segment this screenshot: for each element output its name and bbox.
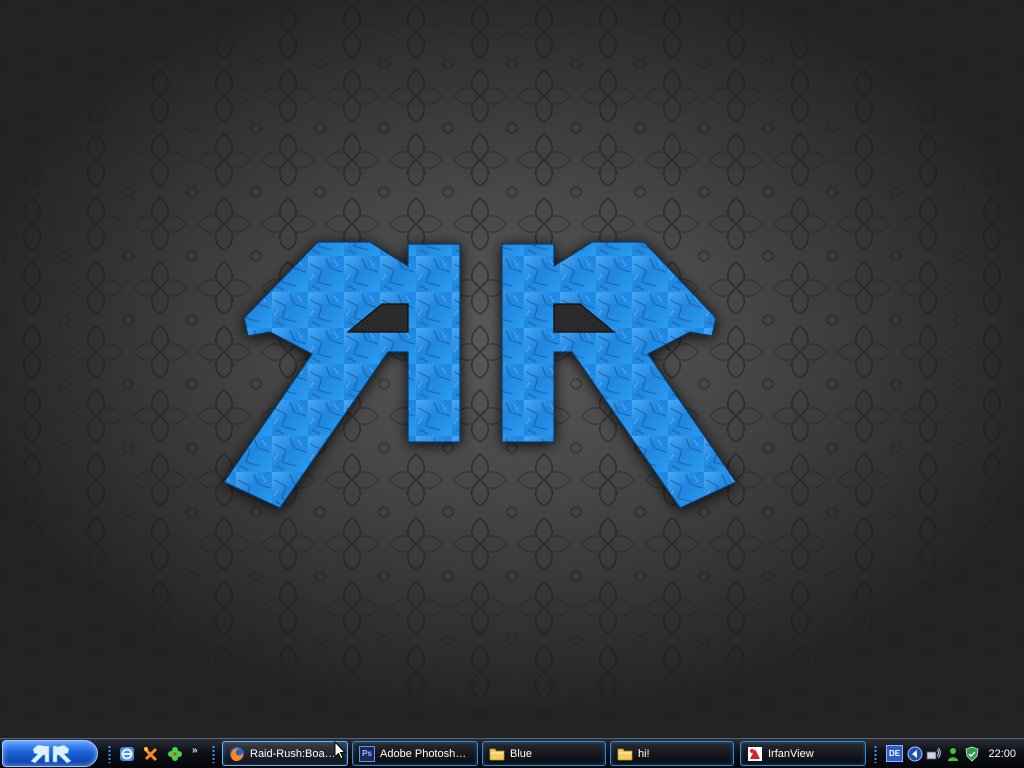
- task-button-hi[interactable]: hi!: [610, 741, 734, 766]
- media-back-icon[interactable]: [907, 746, 923, 762]
- system-tray: DE 22:00: [880, 741, 1022, 766]
- language-indicator[interactable]: DE: [886, 745, 903, 762]
- taskbar-grip[interactable]: [212, 745, 215, 763]
- messenger-icon[interactable]: [945, 746, 961, 762]
- task-label: hi!: [638, 747, 650, 760]
- photoshop-icon: Ps: [359, 745, 375, 762]
- desktop[interactable]: [0, 0, 1024, 738]
- irfanview-icon: [747, 746, 763, 762]
- rr-wallpaper-logo: [223, 241, 737, 509]
- task-label: Blue: [510, 747, 533, 760]
- firefox-icon: [229, 746, 245, 762]
- task-label: Adobe Photosh…: [380, 747, 467, 760]
- task-button-photoshop[interactable]: Ps Adobe Photosh…: [352, 741, 478, 766]
- task-label: IrfanView: [768, 747, 814, 760]
- rr-start-logo-icon: [30, 744, 72, 764]
- taskbar-grip[interactable]: [108, 745, 111, 763]
- folder-icon: [489, 746, 505, 762]
- taskbar-grip[interactable]: [874, 745, 877, 763]
- shield-icon[interactable]: [964, 746, 980, 762]
- task-button-irfanview[interactable]: IrfanView: [740, 741, 866, 766]
- mouse-cursor-icon: [334, 741, 346, 760]
- ie-icon[interactable]: [118, 745, 136, 763]
- tool-icon[interactable]: [142, 745, 160, 763]
- start-button[interactable]: [2, 740, 98, 767]
- clover-icon[interactable]: [166, 745, 184, 763]
- clock[interactable]: 22:00: [988, 748, 1016, 760]
- quick-launch-bar: »: [118, 744, 198, 764]
- network-icon[interactable]: [926, 746, 942, 762]
- taskbar: » Raid-Rush:Boa… Ps Adobe Photosh… Blue …: [0, 738, 1024, 768]
- task-label: Raid-Rush:Boa…: [250, 747, 336, 760]
- task-button-raid-rush[interactable]: Raid-Rush:Boa…: [222, 741, 348, 766]
- quick-launch-more-button[interactable]: »: [192, 745, 198, 756]
- folder-icon: [617, 746, 633, 762]
- task-button-blue[interactable]: Blue: [482, 741, 606, 766]
